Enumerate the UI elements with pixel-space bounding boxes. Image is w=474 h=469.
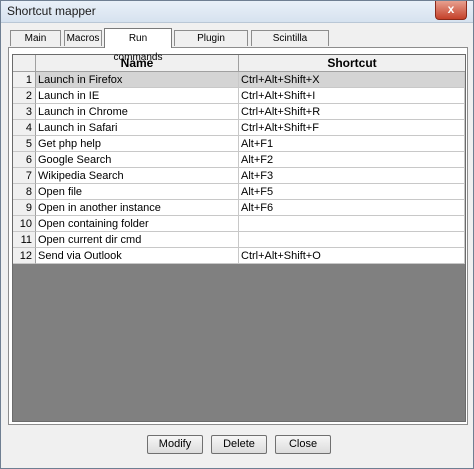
window-title: Shortcut mapper — [7, 4, 96, 18]
row-number: 7 — [13, 168, 36, 184]
table-row[interactable]: 8 Open file Alt+F5 — [13, 184, 465, 200]
table-row[interactable]: 1 Launch in Firefox Ctrl+Alt+Shift+X — [13, 72, 465, 88]
shortcut-cell[interactable]: Alt+F5 — [239, 184, 465, 200]
delete-button[interactable]: Delete — [211, 435, 267, 454]
table-row[interactable]: 9 Open in another instance Alt+F6 — [13, 200, 465, 216]
shortcut-cell[interactable]: Alt+F6 — [239, 200, 465, 216]
shortcut-cell[interactable]: Ctrl+Alt+Shift+O — [239, 248, 465, 264]
shortcut-cell[interactable]: Ctrl+Alt+Shift+R — [239, 104, 465, 120]
table-row[interactable]: 10 Open containing folder — [13, 216, 465, 232]
command-name-cell[interactable]: Open file — [36, 184, 239, 200]
row-number: 3 — [13, 104, 36, 120]
table-row[interactable]: 7 Wikipedia Search Alt+F3 — [13, 168, 465, 184]
table-row[interactable]: 5 Get php help Alt+F1 — [13, 136, 465, 152]
command-name-cell[interactable]: Google Search — [36, 152, 239, 168]
row-number: 6 — [13, 152, 36, 168]
table-row[interactable]: 6 Google Search Alt+F2 — [13, 152, 465, 168]
row-number: 11 — [13, 232, 36, 248]
table-row[interactable]: 11 Open current dir cmd — [13, 232, 465, 248]
row-number: 8 — [13, 184, 36, 200]
dialog-buttons: Modify Delete Close — [1, 435, 473, 457]
tab-plugin-commands[interactable]: Plugin commands — [174, 30, 248, 60]
corner-header — [13, 55, 36, 71]
table-row[interactable]: 12 Send via Outlook Ctrl+Alt+Shift+O — [13, 248, 465, 264]
shortcut-mapper-window: Shortcut mapper x Main menu Macros Run c… — [0, 0, 474, 469]
command-name-cell[interactable]: Get php help — [36, 136, 239, 152]
tab-macros[interactable]: Macros — [64, 30, 102, 46]
shortcut-cell[interactable]: Alt+F3 — [239, 168, 465, 184]
tab-run-commands[interactable]: Run commands — [104, 28, 172, 63]
command-name-cell[interactable]: Open in another instance — [36, 200, 239, 216]
shortcut-cell[interactable]: Alt+F2 — [239, 152, 465, 168]
modify-button[interactable]: Modify — [147, 435, 203, 454]
shortcut-cell[interactable] — [239, 232, 465, 248]
shortcut-cell[interactable]: Ctrl+Alt+Shift+I — [239, 88, 465, 104]
close-button[interactable]: Close — [275, 435, 331, 454]
row-number: 12 — [13, 248, 36, 264]
command-name-cell[interactable]: Wikipedia Search — [36, 168, 239, 184]
shortcut-cell[interactable]: Alt+F1 — [239, 136, 465, 152]
command-name-cell[interactable]: Launch in IE — [36, 88, 239, 104]
table-row[interactable]: 2 Launch in IE Ctrl+Alt+Shift+I — [13, 88, 465, 104]
row-number: 1 — [13, 72, 36, 88]
command-name-cell[interactable]: Open containing folder — [36, 216, 239, 232]
title-bar[interactable]: Shortcut mapper x — [1, 1, 473, 23]
table-row[interactable]: 4 Launch in Safari Ctrl+Alt+Shift+F — [13, 120, 465, 136]
command-name-cell[interactable]: Open current dir cmd — [36, 232, 239, 248]
command-name-cell[interactable]: Launch in Chrome — [36, 104, 239, 120]
shortcut-grid[interactable]: Name Shortcut 1 Launch in Firefox Ctrl+A… — [12, 54, 466, 422]
command-name-cell[interactable]: Launch in Firefox — [36, 72, 239, 88]
window-close-button[interactable]: x — [435, 1, 467, 20]
table-row[interactable]: 3 Launch in Chrome Ctrl+Alt+Shift+R — [13, 104, 465, 120]
row-number: 5 — [13, 136, 36, 152]
row-number: 9 — [13, 200, 36, 216]
tab-scintilla-commands[interactable]: Scintilla commands — [251, 30, 329, 60]
row-number: 2 — [13, 88, 36, 104]
shortcut-cell[interactable] — [239, 216, 465, 232]
shortcut-cell[interactable]: Ctrl+Alt+Shift+F — [239, 120, 465, 136]
grid-header: Name Shortcut — [13, 55, 465, 72]
tab-panel: Name Shortcut 1 Launch in Firefox Ctrl+A… — [8, 47, 468, 425]
row-number: 10 — [13, 216, 36, 232]
row-number: 4 — [13, 120, 36, 136]
command-name-cell[interactable]: Launch in Safari — [36, 120, 239, 136]
column-header-shortcut[interactable]: Shortcut — [239, 55, 465, 71]
shortcut-cell[interactable]: Ctrl+Alt+Shift+X — [239, 72, 465, 88]
tab-main-menu[interactable]: Main menu — [10, 30, 61, 60]
command-name-cell[interactable]: Send via Outlook — [36, 248, 239, 264]
